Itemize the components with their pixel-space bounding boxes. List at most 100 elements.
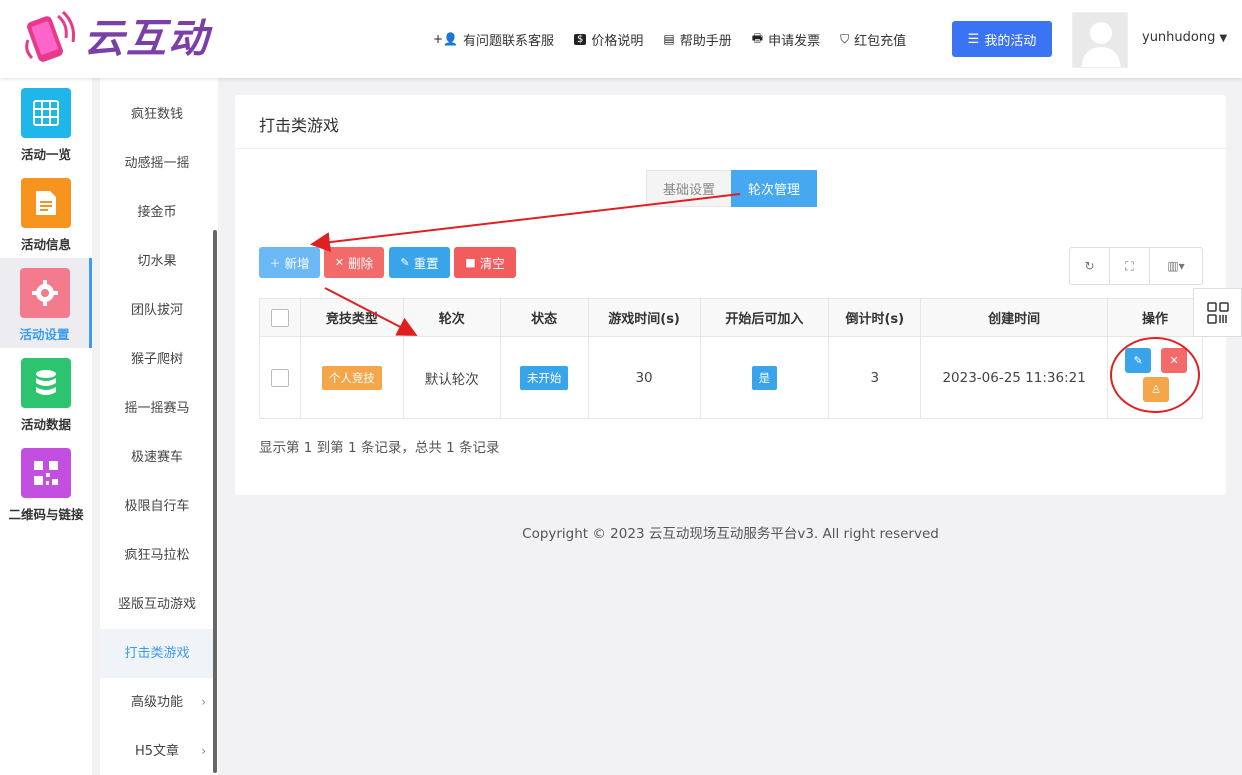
status-badge: 未开始	[519, 365, 569, 390]
submenu-scrollbar[interactable]	[213, 230, 217, 773]
sidebar-label: 活动一览	[20, 147, 71, 162]
column-header[interactable]: 竞技类型	[299, 298, 404, 337]
submenu-item[interactable]: 竖版互动游戏	[100, 580, 214, 629]
submenu-item[interactable]: 摇一摇赛马	[100, 384, 214, 433]
nav-pricing[interactable]: $ 价格说明	[574, 30, 643, 49]
type-cell: 个人竞技	[299, 336, 404, 419]
my-activity-button[interactable]: ☰ 我的活动	[952, 21, 1052, 57]
sidebar-item-overview[interactable]: 活动一览	[0, 78, 92, 168]
submenu-item[interactable]: 接金币	[100, 188, 214, 237]
sidebar-label: 活动信息	[20, 237, 71, 252]
close-icon: ✕	[334, 256, 345, 269]
user-silhouette-icon	[1081, 22, 1121, 67]
submenu-item[interactable]: 疯狂数钱	[100, 90, 214, 139]
row-select-cell	[259, 336, 301, 419]
column-header[interactable]: 游戏时间(s)	[587, 298, 701, 337]
close-icon: ✕	[1169, 354, 1179, 367]
submenu-item[interactable]: 动感摇一摇	[100, 139, 214, 188]
delete-label: 删除	[348, 256, 374, 271]
print-icon: 🖶	[751, 30, 764, 45]
nav-label: 价格说明	[591, 33, 644, 49]
database-icon	[21, 358, 71, 408]
sidebar-label: 二维码与链接	[8, 507, 84, 522]
delete-row-button[interactable]: ✕	[1161, 348, 1188, 373]
submenu-item-advanced[interactable]: 高级功能 ›	[100, 678, 214, 727]
trash-icon: ■	[465, 256, 476, 269]
fullscreen-icon[interactable]: ⛶	[1110, 248, 1150, 284]
avatar[interactable]	[1072, 12, 1128, 68]
qrcode-icon	[1206, 301, 1229, 324]
submenu-item[interactable]: 切水果	[100, 237, 214, 286]
top-nav: +👤 有问题联系客服 $ 价格说明 ▤ 帮助手册 🖶 申请发票 ⛉ 红包充值	[433, 0, 926, 78]
floating-qrcode-button[interactable]	[1193, 288, 1242, 337]
submenu-item[interactable]: 极速赛车	[100, 433, 214, 482]
grid-icon	[21, 88, 71, 138]
brand-name: 云互动	[84, 16, 210, 62]
edit-button[interactable]: ✎	[1125, 348, 1152, 373]
select-all-checkbox[interactable]	[270, 308, 289, 327]
brand-logo[interactable]: 云互动	[18, 10, 210, 68]
nav-help-manual[interactable]: ▤ 帮助手册	[663, 30, 731, 49]
clear-button[interactable]: ■ 清空	[454, 247, 516, 278]
columns-toggle-icon[interactable]: ▥▾	[1150, 248, 1202, 284]
main-card: 打击类游戏 基础设置 轮次管理 ＋新增 ✕ 删除 ✎ 重置 ■ 清空 ↻ ⛶ ▥▾ 竞…	[235, 95, 1226, 495]
delete-button[interactable]: ✕ 删除	[324, 247, 384, 278]
rounds-table: 竞技类型 轮次 状态 游戏时间(s) 开始后可加入 倒计时(s) 创建时间 操作…	[259, 298, 1203, 419]
submenu-label: 高级功能	[130, 695, 183, 710]
nav-invoice[interactable]: 🖶 申请发票	[752, 29, 820, 50]
caret-down-icon: ▼	[1219, 33, 1228, 44]
nav-contact-support[interactable]: +👤 有问题联系客服	[433, 30, 554, 49]
add-button[interactable]: ＋新增	[259, 247, 320, 278]
row-actions: ✎ ✕ ♙	[1108, 337, 1202, 418]
refresh-icon[interactable]: ↻	[1070, 248, 1110, 284]
column-header: 操作	[1107, 298, 1203, 337]
actions-cell: ✎ ✕ ♙	[1107, 336, 1203, 419]
submenu-item[interactable]: 团队拔河	[100, 286, 214, 335]
status-cell: 未开始	[499, 336, 589, 419]
tab-round-management[interactable]: 轮次管理	[731, 170, 817, 207]
join-badge: 是	[751, 365, 778, 390]
pagination-info: 显示第 1 到第 1 条记录，总共 1 条记录	[259, 440, 500, 456]
column-header[interactable]: 状态	[499, 298, 589, 337]
main-sidebar: 活动一览 活动信息 活动设置 活动数据 二维码与链接	[0, 78, 92, 775]
row-checkbox[interactable]	[270, 368, 289, 387]
table-tools: ↻ ⛶ ▥▾	[1069, 247, 1203, 285]
sidebar-item-data[interactable]: 活动数据	[0, 348, 92, 438]
column-header[interactable]: 倒计时(s)	[828, 298, 922, 337]
sidebar-item-info[interactable]: 活动信息	[0, 168, 92, 258]
copyright-footer: Copyright © 2023 云互动现场互动服务平台v3. All righ…	[522, 526, 939, 542]
submenu-item-active[interactable]: 打击类游戏	[100, 629, 214, 678]
column-header[interactable]: 开始后可加入	[699, 298, 830, 337]
submenu-item[interactable]: 极限自行车	[100, 482, 214, 531]
tab-basic-settings[interactable]: 基础设置	[646, 170, 732, 207]
nav-recharge[interactable]: ⛉ 红包充值	[840, 30, 906, 49]
game-time-cell: 30	[587, 336, 701, 419]
chevron-right-icon: ›	[201, 695, 206, 709]
countdown-cell: 3	[828, 336, 922, 419]
nav-label: 帮助手册	[679, 33, 732, 49]
document-icon	[21, 178, 71, 228]
chevron-right-icon: ›	[201, 744, 206, 758]
my-activity-label: 我的活动	[984, 33, 1037, 49]
sidebar-item-settings[interactable]: 活动设置	[0, 258, 92, 348]
table-row[interactable]: 个人竞技 默认轮次 未开始 30 是 3 2023-06-25 11:36:21…	[259, 336, 1203, 419]
page-title: 打击类游戏	[259, 116, 340, 135]
column-header[interactable]: 轮次	[402, 298, 501, 337]
submenu-item[interactable]: 疯狂马拉松	[100, 531, 214, 580]
sidebar-item-qrcode[interactable]: 二维码与链接	[0, 438, 92, 528]
divider	[235, 148, 1226, 149]
book-icon: ▤	[663, 32, 675, 46]
submenu-item-h5[interactable]: H5文章 ›	[100, 727, 214, 775]
shield-check-icon: ⛉	[840, 31, 850, 46]
select-all-cell	[259, 298, 301, 337]
submenu-item[interactable]: 猴子爬树	[100, 335, 214, 384]
reset-button[interactable]: ✎ 重置	[389, 247, 450, 278]
user-button[interactable]: ♙	[1143, 377, 1170, 402]
dollar-icon: $	[574, 33, 587, 45]
column-header[interactable]: 创建时间	[920, 298, 1109, 337]
gear-icon	[19, 268, 70, 318]
user-menu[interactable]: yunhudong ▼	[1142, 30, 1227, 45]
sidebar-label: 活动数据	[20, 417, 71, 432]
round-cell: 默认轮次	[402, 336, 501, 419]
eraser-icon: ✎	[400, 256, 410, 269]
